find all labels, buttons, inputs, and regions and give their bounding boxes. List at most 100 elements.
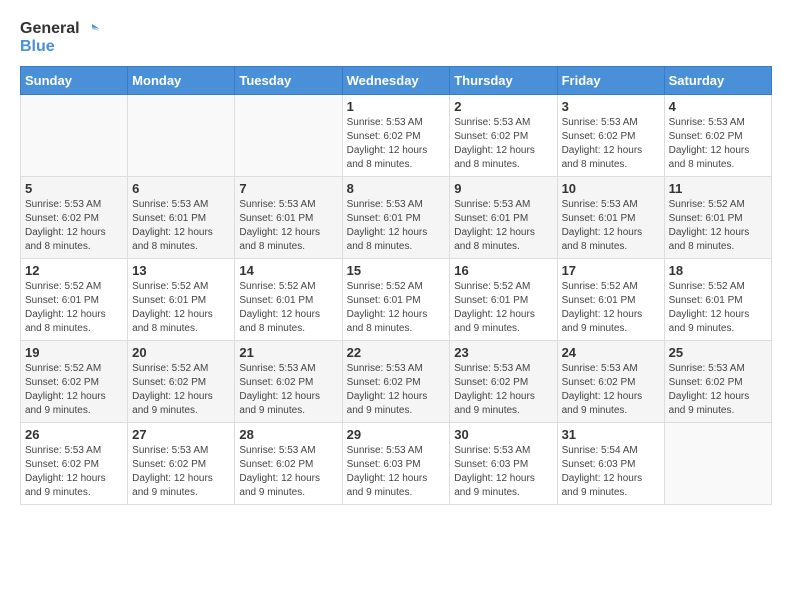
day-info: Sunrise: 5:52 AM Sunset: 6:01 PM Dayligh… [132,280,230,336]
day-info: Sunrise: 5:53 AM Sunset: 6:02 PM Dayligh… [239,444,337,500]
day-info: Sunrise: 5:53 AM Sunset: 6:01 PM Dayligh… [347,198,446,254]
day-of-week-header: Saturday [664,66,771,94]
calendar-cell: 9 Sunrise: 5:53 AM Sunset: 6:01 PM Daylig… [450,176,557,258]
day-number: 17 [562,263,660,278]
calendar-cell: 26 Sunrise: 5:53 AM Sunset: 6:02 PM Dayli… [21,422,128,504]
calendar-cell [235,94,342,176]
day-number: 22 [347,345,446,360]
header: General Blue [20,20,772,56]
day-number: 20 [132,345,230,360]
day-of-week-header: Thursday [450,66,557,94]
day-info: Sunrise: 5:53 AM Sunset: 6:02 PM Dayligh… [454,116,552,172]
calendar-cell: 27Sunrise: 5:53 AM Sunset: 6:02 PM Dayli… [128,422,235,504]
calendar-cell [664,422,771,504]
logo-general-text: General [20,20,80,38]
days-of-week-row: SundayMondayTuesdayWednesdayThursdayFrid… [21,66,772,94]
calendar-cell: 13 Sunrise: 5:52 AM Sunset: 6:01 PM Dayli… [128,258,235,340]
day-number: 5 [25,181,123,196]
day-number: 23 [454,345,552,360]
day-number: 26 [25,427,123,442]
day-info: Sunrise: 5:53 AM Sunset: 6:01 PM Dayligh… [562,198,660,254]
calendar-cell: 18 Sunrise: 5:52 AM Sunset: 6:01 PM Dayli… [664,258,771,340]
day-info: Sunrise: 5:54 AM Sunset: 6:03 PM Dayligh… [562,444,660,500]
calendar-cell: 30 Sunrise: 5:53 AM Sunset: 6:03 PM Dayli… [450,422,557,504]
day-number: 4 [669,99,767,114]
calendar-cell: 21 Sunrise: 5:53 AM Sunset: 6:02 PM Dayli… [235,340,342,422]
day-number: 13 [132,263,230,278]
day-info: Sunrise: 5:53 AM Sunset: 6:02 PM Dayligh… [347,362,446,418]
day-info: Sunrise: 5:52 AM Sunset: 6:01 PM Dayligh… [239,280,337,336]
logo: General Blue [20,20,100,56]
calendar-week-row: 5Sunrise: 5:53 AM Sunset: 6:02 PM Daylig… [21,176,772,258]
day-number: 21 [239,345,337,360]
day-info: Sunrise: 5:53 AM Sunset: 6:02 PM Dayligh… [562,116,660,172]
day-info: Sunrise: 5:53 AM Sunset: 6:02 PM Dayligh… [239,362,337,418]
day-number: 8 [347,181,446,196]
calendar-body: 1 Sunrise: 5:53 AM Sunset: 6:02 PM Daylig… [21,94,772,504]
day-number: 29 [347,427,446,442]
calendar-cell: 28Sunrise: 5:53 AM Sunset: 6:02 PM Dayli… [235,422,342,504]
day-number: 3 [562,99,660,114]
day-info: Sunrise: 5:53 AM Sunset: 6:03 PM Dayligh… [454,444,552,500]
day-number: 15 [347,263,446,278]
calendar-cell: 29 Sunrise: 5:53 AM Sunset: 6:03 PM Dayli… [342,422,450,504]
day-info: Sunrise: 5:53 AM Sunset: 6:02 PM Dayligh… [25,444,123,500]
day-info: Sunrise: 5:53 AM Sunset: 6:02 PM Dayligh… [347,116,446,172]
calendar-cell: 23Sunrise: 5:53 AM Sunset: 6:02 PM Dayli… [450,340,557,422]
calendar-cell: 12 Sunrise: 5:52 AM Sunset: 6:01 PM Dayli… [21,258,128,340]
day-of-week-header: Wednesday [342,66,450,94]
day-of-week-header: Monday [128,66,235,94]
day-number: 30 [454,427,552,442]
day-number: 1 [347,99,446,114]
calendar-cell: 22 Sunrise: 5:53 AM Sunset: 6:02 PM Dayli… [342,340,450,422]
calendar-cell: 16Sunrise: 5:52 AM Sunset: 6:01 PM Dayli… [450,258,557,340]
day-info: Sunrise: 5:52 AM Sunset: 6:01 PM Dayligh… [25,280,123,336]
calendar-cell: 1 Sunrise: 5:53 AM Sunset: 6:02 PM Daylig… [342,94,450,176]
calendar-cell: 3 Sunrise: 5:53 AM Sunset: 6:02 PM Daylig… [557,94,664,176]
calendar-cell: 14 Sunrise: 5:52 AM Sunset: 6:01 PM Dayli… [235,258,342,340]
day-info: Sunrise: 5:52 AM Sunset: 6:01 PM Dayligh… [669,198,767,254]
day-info: Sunrise: 5:53 AM Sunset: 6:01 PM Dayligh… [132,198,230,254]
day-number: 11 [669,181,767,196]
calendar: SundayMondayTuesdayWednesdayThursdayFrid… [20,66,772,505]
calendar-cell: 17Sunrise: 5:52 AM Sunset: 6:01 PM Dayli… [557,258,664,340]
calendar-cell: 20Sunrise: 5:52 AM Sunset: 6:02 PM Dayli… [128,340,235,422]
logo-blue-text: Blue [20,38,100,56]
logo-bird-icon [82,20,100,38]
calendar-week-row: 1 Sunrise: 5:53 AM Sunset: 6:02 PM Daylig… [21,94,772,176]
day-number: 12 [25,263,123,278]
day-number: 7 [239,181,337,196]
day-number: 9 [454,181,552,196]
calendar-week-row: 12 Sunrise: 5:52 AM Sunset: 6:01 PM Dayli… [21,258,772,340]
day-info: Sunrise: 5:52 AM Sunset: 6:01 PM Dayligh… [669,280,767,336]
calendar-cell: 31 Sunrise: 5:54 AM Sunset: 6:03 PM Dayli… [557,422,664,504]
day-number: 31 [562,427,660,442]
calendar-cell: 5Sunrise: 5:53 AM Sunset: 6:02 PM Daylig… [21,176,128,258]
day-number: 18 [669,263,767,278]
calendar-cell: 11 Sunrise: 5:52 AM Sunset: 6:01 PM Dayli… [664,176,771,258]
day-info: Sunrise: 5:53 AM Sunset: 6:02 PM Dayligh… [562,362,660,418]
day-number: 25 [669,345,767,360]
calendar-cell: 25Sunrise: 5:53 AM Sunset: 6:02 PM Dayli… [664,340,771,422]
day-info: Sunrise: 5:53 AM Sunset: 6:02 PM Dayligh… [669,116,767,172]
day-number: 6 [132,181,230,196]
day-of-week-header: Tuesday [235,66,342,94]
calendar-cell [128,94,235,176]
day-info: Sunrise: 5:53 AM Sunset: 6:01 PM Dayligh… [454,198,552,254]
day-number: 14 [239,263,337,278]
calendar-header: SundayMondayTuesdayWednesdayThursdayFrid… [21,66,772,94]
logo-container: General Blue [20,20,100,56]
day-number: 2 [454,99,552,114]
calendar-cell: 10Sunrise: 5:53 AM Sunset: 6:01 PM Dayli… [557,176,664,258]
calendar-cell: 6 Sunrise: 5:53 AM Sunset: 6:01 PM Daylig… [128,176,235,258]
day-info: Sunrise: 5:53 AM Sunset: 6:01 PM Dayligh… [239,198,337,254]
calendar-cell: 15Sunrise: 5:52 AM Sunset: 6:01 PM Dayli… [342,258,450,340]
day-number: 24 [562,345,660,360]
calendar-cell [21,94,128,176]
day-number: 16 [454,263,552,278]
day-number: 19 [25,345,123,360]
day-info: Sunrise: 5:53 AM Sunset: 6:03 PM Dayligh… [347,444,446,500]
calendar-cell: 4 Sunrise: 5:53 AM Sunset: 6:02 PM Daylig… [664,94,771,176]
day-of-week-header: Sunday [21,66,128,94]
calendar-cell: 2 Sunrise: 5:53 AM Sunset: 6:02 PM Daylig… [450,94,557,176]
